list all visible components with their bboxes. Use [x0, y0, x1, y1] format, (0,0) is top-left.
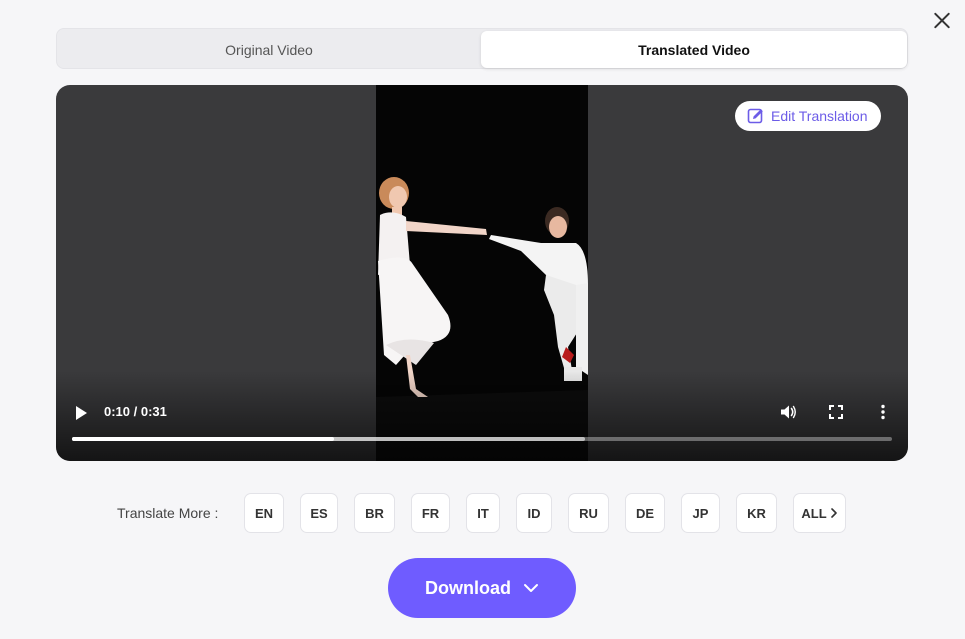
language-button-kr[interactable]: KR — [736, 493, 777, 533]
chevron-down-icon — [524, 584, 538, 592]
language-button-br[interactable]: BR — [354, 493, 395, 533]
language-button-jp[interactable]: JP — [681, 493, 720, 533]
language-button-fr[interactable]: FR — [411, 493, 450, 533]
download-button[interactable]: Download — [388, 558, 576, 618]
language-button-it[interactable]: IT — [466, 493, 500, 533]
language-button-all[interactable]: ALL — [793, 493, 846, 533]
progress-bar[interactable] — [72, 437, 892, 441]
video-tabs: Original Video Translated Video — [56, 28, 908, 69]
language-button-es[interactable]: ES — [300, 493, 338, 533]
progress-played — [72, 437, 335, 441]
edit-icon — [747, 108, 763, 124]
translate-more-label: Translate More : — [117, 505, 219, 521]
language-button-en[interactable]: EN — [244, 493, 284, 533]
more-options-icon[interactable] — [879, 404, 887, 420]
language-all-label: ALL — [801, 505, 827, 521]
tab-original-video[interactable]: Original Video — [57, 31, 481, 68]
volume-icon[interactable] — [779, 403, 797, 421]
time-display: 0:10 / 0:31 — [104, 404, 167, 419]
edit-translation-label: Edit Translation — [771, 108, 868, 124]
close-icon[interactable] — [928, 6, 956, 34]
video-player[interactable]: Edit Translation 0:10 / 0:31 — [56, 85, 908, 461]
language-button-ru[interactable]: RU — [568, 493, 609, 533]
edit-translation-button[interactable]: Edit Translation — [735, 101, 881, 131]
download-label: Download — [425, 577, 511, 598]
chevron-right-icon — [830, 508, 837, 518]
fullscreen-icon[interactable] — [829, 405, 843, 419]
tab-translated-video[interactable]: Translated Video — [481, 31, 907, 68]
language-button-de[interactable]: DE — [625, 493, 665, 533]
play-icon[interactable] — [74, 405, 88, 421]
language-button-id[interactable]: ID — [516, 493, 552, 533]
